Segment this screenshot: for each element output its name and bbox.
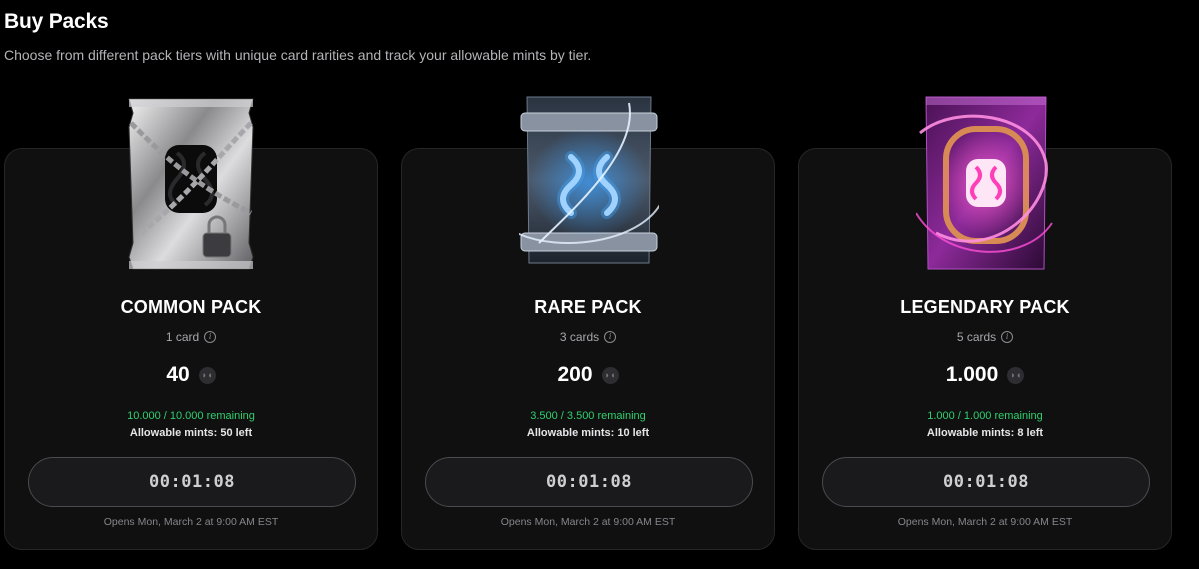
card-count-label: 1 card [165, 330, 200, 344]
remaining-supply: 1.000 / 1.000 remaining [927, 410, 1043, 422]
pack-name: LEGENDARY PACK [900, 297, 1070, 317]
pack-name: RARE PACK [534, 297, 642, 317]
card-count-label: 3 cards [559, 330, 600, 344]
card-count-label: 5 cards [956, 330, 997, 344]
info-icon[interactable]: i [204, 331, 217, 343]
page-title: Buy Packs [4, 10, 109, 33]
allowable-mints: Allowable mints: 8 left [926, 427, 1044, 439]
neon-blue-pack-icon [519, 93, 659, 275]
pack-card-count: 1 card i [5, 330, 377, 344]
price-row: 1.000 ◗◖ [799, 363, 1171, 387]
allowable-mints: Allowable mints: 10 left [526, 427, 650, 439]
remaining-supply: 3.500 / 3.500 remaining [530, 410, 646, 422]
remaining-supply: 10.000 / 10.000 remaining [127, 410, 255, 422]
pack-card-count: 5 cards i [799, 330, 1171, 344]
coin-icon: ◗◖ [1007, 366, 1025, 384]
price-row: 40 ◗◖ [5, 363, 377, 387]
countdown-timer-button[interactable]: 00:01:08 [425, 457, 753, 507]
info-icon[interactable]: i [604, 331, 617, 343]
coin-icon: ◗◖ [198, 366, 216, 384]
pack-card-count: 3 cards i [402, 330, 774, 344]
pack-price: 40 [166, 363, 190, 386]
countdown-timer-button[interactable]: 00:01:08 [28, 457, 356, 507]
buy-packs-page: Buy Packs Choose from different pack tie… [0, 0, 1199, 569]
neon-pink-pack-icon [916, 93, 1056, 275]
pack-name: COMMON PACK [120, 297, 262, 317]
info-icon[interactable]: i [1001, 331, 1014, 343]
allowable-mints: Allowable mints: 50 left [129, 427, 253, 439]
coin-icon: ◗◖ [601, 366, 619, 384]
page-subtitle: Choose from different pack tiers with un… [4, 47, 592, 63]
opens-date: Opens Mon, March 2 at 9:00 AM EST [103, 516, 279, 528]
opens-date: Opens Mon, March 2 at 9:00 AM EST [897, 516, 1073, 528]
opens-date: Opens Mon, March 2 at 9:00 AM EST [500, 516, 676, 528]
pack-price: 200 [557, 363, 593, 386]
pack-price: 1.000 [945, 363, 999, 386]
price-row: 200 ◗◖ [402, 363, 774, 387]
chained-silver-pack-icon [121, 93, 261, 275]
countdown-timer-button[interactable]: 00:01:08 [822, 457, 1150, 507]
